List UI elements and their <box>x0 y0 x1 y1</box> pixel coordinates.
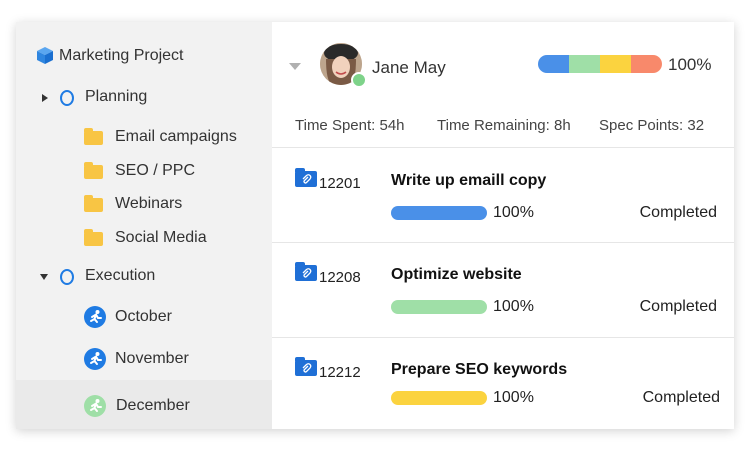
project-card: Marketing Project Planning Email campaig… <box>16 22 734 429</box>
task-status: Completed <box>639 204 717 221</box>
progress-segment <box>631 55 662 73</box>
task-progress-pct: 100% <box>493 298 534 315</box>
sidebar-item-label: Email campaigns <box>115 128 237 145</box>
task-progress-pct: 100% <box>493 389 534 406</box>
sidebar-item-label: Webinars <box>115 195 183 212</box>
task-panel: Jane May 100% Time Spent: 54h Time Remai… <box>272 22 734 429</box>
runner-icon <box>84 306 106 328</box>
progress-segment <box>600 55 631 73</box>
collapse-caret-icon[interactable] <box>289 63 301 70</box>
task-title[interactable]: Write up emaill copy <box>391 172 546 190</box>
task-row[interactable]: 12201 Write up emaill copy 100% Complete… <box>272 148 734 242</box>
sidebar-item-label: October <box>115 308 172 325</box>
task-progress-bar <box>391 391 487 405</box>
task-row[interactable]: 12212 Prepare SEO keywords 100% Complete… <box>272 337 734 429</box>
user-name: Jane May <box>372 58 446 77</box>
sidebar-item-label: November <box>115 350 189 367</box>
task-id: 12201 <box>319 175 361 192</box>
progress-segment <box>538 55 569 73</box>
time-remaining: Time Remaining: 8h <box>437 117 571 134</box>
folder-icon <box>84 128 103 145</box>
time-spent: Time Spent: 54h <box>295 117 405 134</box>
task-status: Completed <box>642 389 720 406</box>
overall-progress-bar <box>538 55 662 73</box>
caret-right-icon[interactable] <box>42 94 48 102</box>
folder-icon <box>84 195 103 212</box>
overall-progress-pct: 100% <box>668 55 712 74</box>
runner-icon <box>84 348 106 370</box>
project-root[interactable]: Marketing Project <box>36 46 184 65</box>
spec-points: Spec Points: 32 <box>599 117 705 134</box>
task-id: 12212 <box>319 364 361 381</box>
cube-icon <box>37 47 53 64</box>
ring-icon <box>60 90 74 106</box>
task-progress-bar <box>391 300 487 314</box>
sidebar-item-label: SEO / PPC <box>115 162 196 179</box>
folder-icon <box>84 162 103 179</box>
task-id: 12208 <box>319 269 361 286</box>
online-status-icon <box>351 72 367 88</box>
runner-icon <box>84 395 106 417</box>
sidebar-item-label: Social Media <box>115 229 207 246</box>
task-progress-pct: 100% <box>493 204 534 221</box>
ring-icon <box>60 269 74 285</box>
task-status: Completed <box>639 298 717 315</box>
attachment-folder-icon[interactable] <box>295 262 317 281</box>
sidebar-item-label: December <box>116 397 190 414</box>
progress-segment <box>569 55 600 73</box>
project-sidebar: Marketing Project Planning Email campaig… <box>16 22 272 429</box>
group-label: Planning <box>85 88 148 105</box>
task-title[interactable]: Prepare SEO keywords <box>391 361 567 379</box>
task-progress-bar <box>391 206 487 220</box>
attachment-folder-icon[interactable] <box>295 168 317 187</box>
project-title: Marketing Project <box>59 46 184 64</box>
attachment-folder-icon[interactable] <box>295 357 317 376</box>
folder-icon <box>84 229 103 246</box>
task-title[interactable]: Optimize website <box>391 266 522 284</box>
group-label: Execution <box>85 267 156 284</box>
task-row[interactable]: 12208 Optimize website 100% Completed <box>272 242 734 336</box>
caret-down-icon[interactable] <box>40 274 48 280</box>
